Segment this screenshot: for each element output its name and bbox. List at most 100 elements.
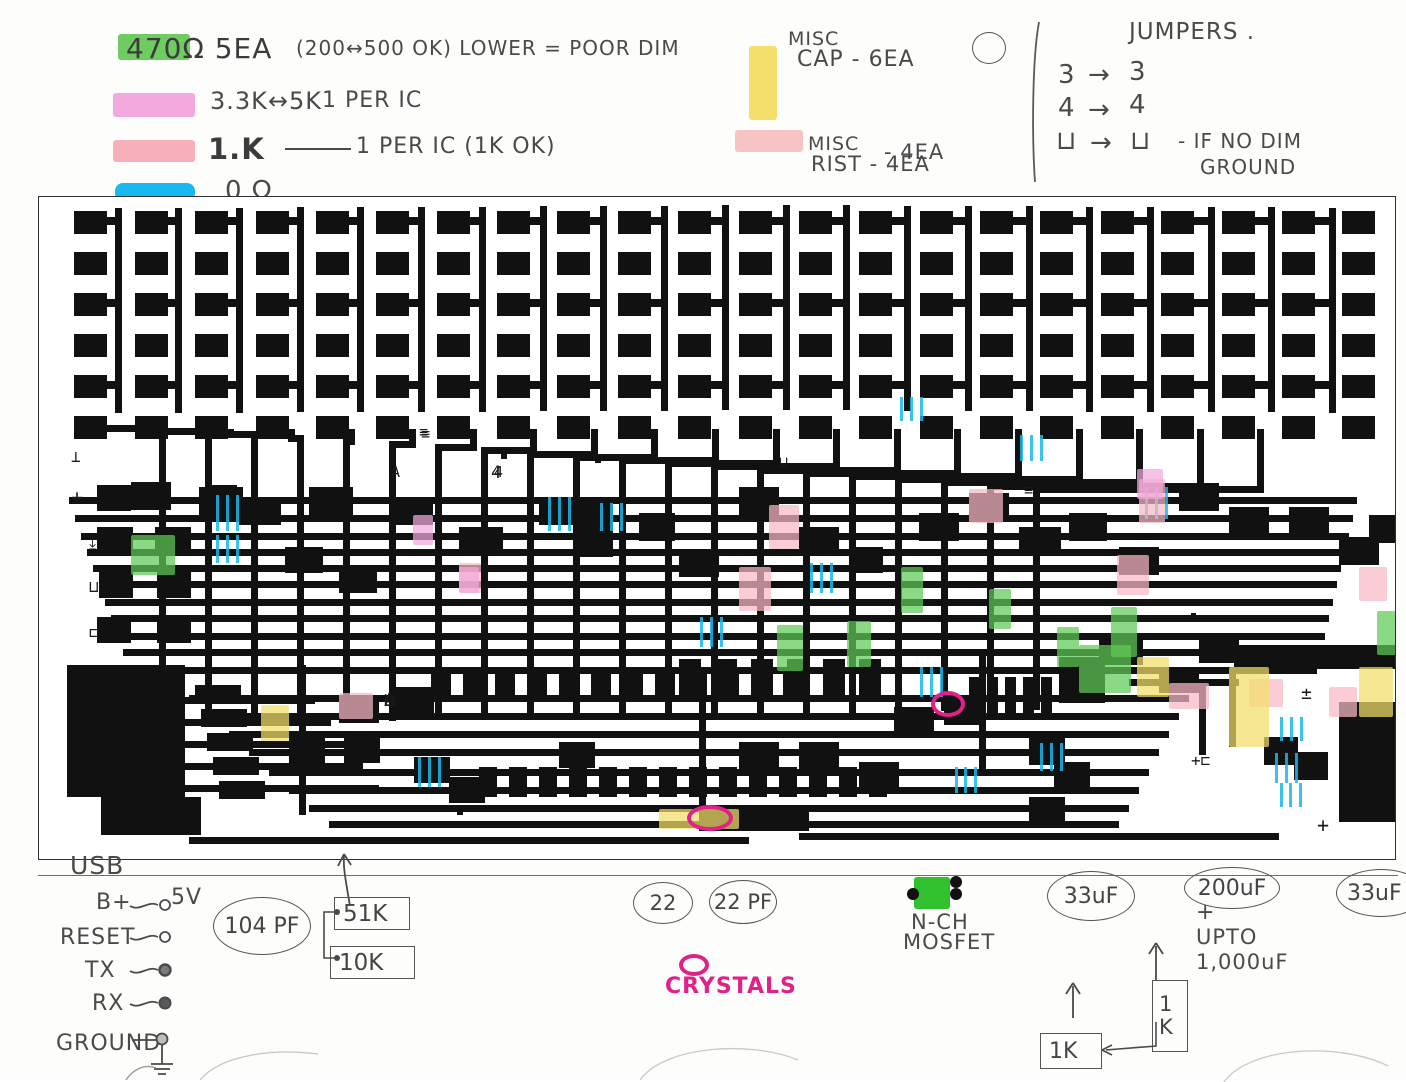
scanned-page: 470Ω 5EA (200↔500 OK) LOWER = POOR DIM 3… xyxy=(0,0,1406,1082)
pcb-trace xyxy=(650,381,664,389)
pcb-trace xyxy=(469,299,481,307)
led-pad xyxy=(376,293,410,316)
dip-pad xyxy=(787,659,809,699)
smd-pad xyxy=(739,487,779,515)
led-pad xyxy=(497,252,531,275)
smd-pad xyxy=(1019,527,1061,555)
led-pad xyxy=(376,334,410,357)
led-pad xyxy=(738,416,772,439)
res-51k-10k-link xyxy=(323,909,340,961)
pcb-trace xyxy=(251,431,258,724)
pcb-trace xyxy=(1254,381,1271,389)
pcb-trace xyxy=(530,217,542,225)
pcb-trace xyxy=(771,299,785,307)
jumper-row-0-to: 3 xyxy=(1129,57,1147,87)
smd-pad xyxy=(1199,637,1239,663)
legend-left-value-1: 3.3K↔5K xyxy=(210,87,323,115)
led-pad xyxy=(798,211,832,234)
led-pad xyxy=(134,334,168,357)
pcb-trace xyxy=(843,205,851,411)
led-pad xyxy=(376,375,410,398)
led-pad xyxy=(134,211,168,234)
smd-pad xyxy=(97,527,133,553)
pcb-trace xyxy=(849,473,856,713)
pcb-trace xyxy=(699,677,706,817)
pcb-trace xyxy=(895,476,902,713)
led-pad xyxy=(859,334,893,357)
pcb-trace xyxy=(348,429,356,438)
led-pad xyxy=(617,334,651,357)
pcb-trace xyxy=(167,299,178,307)
pcb-trace xyxy=(952,381,967,389)
pcb-copper-layer: ⊥ + ⤓ ⊔ ⊏ ≡ 4 ⊔ A ≡ ⊔ +⊏ ± + A 4 ≡ xyxy=(39,197,1395,859)
led-pad xyxy=(134,375,168,398)
led-pad xyxy=(798,416,832,439)
jumper-row-2-note: - IF NO DIM xyxy=(1178,129,1302,153)
via-dot xyxy=(1104,787,1110,793)
led-pad xyxy=(1281,211,1315,234)
pcb-trace xyxy=(711,217,724,225)
led-pad xyxy=(315,416,349,439)
led-pad xyxy=(678,293,712,316)
led-pad xyxy=(74,334,108,357)
led-pad xyxy=(557,416,591,439)
smd-pad xyxy=(969,493,1009,521)
usb-connector-pad xyxy=(67,665,185,797)
silkscreen-mark: ⊔ xyxy=(89,577,99,596)
pcb-trace xyxy=(189,695,1189,702)
dip-pad xyxy=(527,667,547,697)
pcb-trace xyxy=(288,381,299,389)
legend-left-dash-2 xyxy=(285,148,351,150)
pcb-trace xyxy=(288,299,299,307)
led-pad xyxy=(980,252,1014,275)
led-pad xyxy=(497,293,531,316)
led-pad xyxy=(980,211,1014,234)
pcb-trace xyxy=(205,428,212,725)
legend-left-note-2: 1 PER IC (1K OK) xyxy=(356,134,556,159)
led-pad xyxy=(315,252,349,275)
pcb-trace xyxy=(1136,429,1144,480)
legend-left-note-0: (200↔500 OK) LOWER = POOR DIM xyxy=(296,36,680,60)
pcb-trace xyxy=(1196,429,1204,483)
smd-pad xyxy=(1294,752,1328,780)
smd-pad xyxy=(239,497,281,525)
led-pad xyxy=(1221,211,1255,234)
led-pad xyxy=(557,252,591,275)
smd-pad xyxy=(1264,737,1298,765)
led-pad xyxy=(1342,252,1376,275)
res-1k-b-arrow xyxy=(1148,942,1164,980)
pcb-trace xyxy=(167,381,178,389)
led-pad xyxy=(617,375,651,398)
led-pad xyxy=(134,293,168,316)
jumper-row-0-arrow: → xyxy=(1088,60,1111,90)
pcb-trace xyxy=(893,429,901,467)
led-pad xyxy=(1281,293,1315,316)
led-pad xyxy=(1040,293,1074,316)
led-pad xyxy=(255,293,289,316)
dip-pad xyxy=(463,667,483,697)
smd-pad xyxy=(579,497,613,557)
led-pad xyxy=(1100,375,1134,398)
pcb-trace xyxy=(712,429,719,457)
led-pad xyxy=(1100,416,1134,439)
yellow-highlight-swatch xyxy=(749,46,777,120)
pcb-trace xyxy=(289,787,1139,794)
pcb-trace xyxy=(107,217,117,225)
via-dot xyxy=(501,453,507,459)
led-pad xyxy=(1161,375,1195,398)
pcb-trace xyxy=(1314,381,1332,389)
led-pad xyxy=(1342,293,1376,316)
pcb-trace xyxy=(1013,381,1028,389)
legend-mid-count-1: - 4EA xyxy=(884,140,945,164)
pcb-trace xyxy=(1013,299,1028,307)
pcb-trace xyxy=(1015,429,1022,473)
led-pad xyxy=(617,211,651,234)
pcb-trace xyxy=(1314,217,1332,225)
resistor-highlight xyxy=(1249,679,1283,707)
dip-pad xyxy=(559,667,579,697)
led-pad xyxy=(1281,334,1315,357)
led-pad xyxy=(798,252,832,275)
pcb-trace xyxy=(117,633,1325,640)
pcb-trace xyxy=(409,381,421,389)
crystal-ring-marker xyxy=(687,805,733,831)
